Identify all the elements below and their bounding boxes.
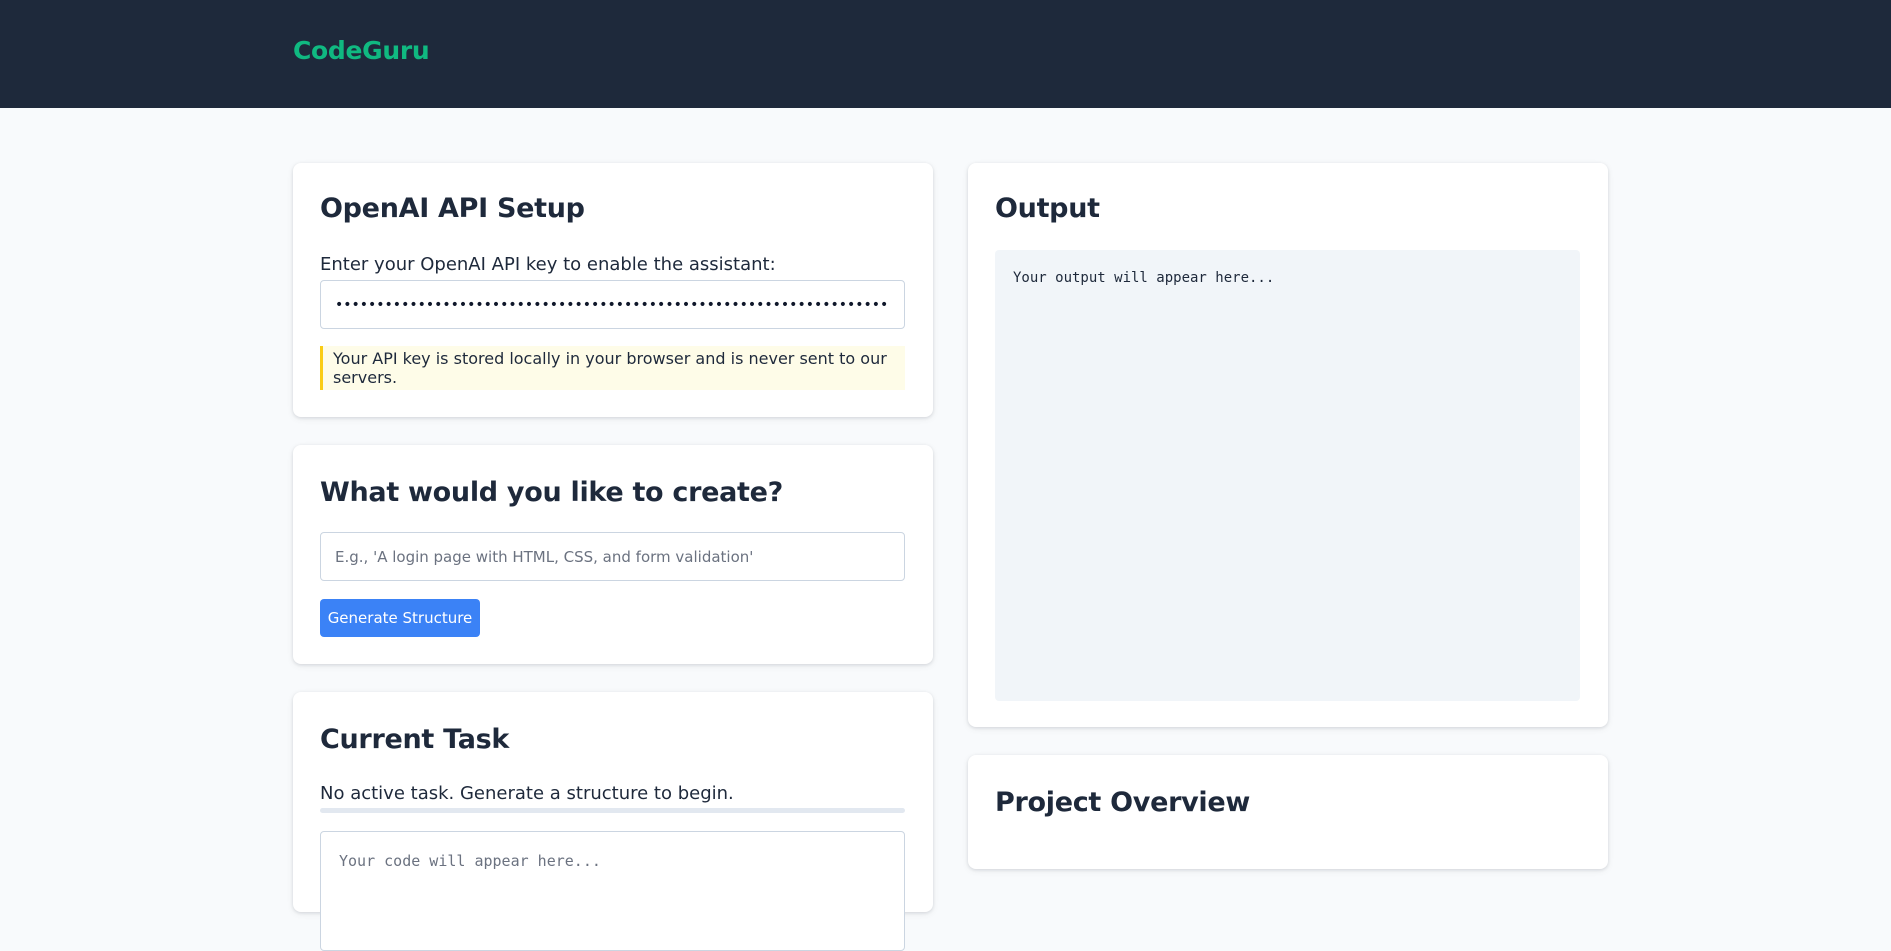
generate-structure-button[interactable]: Generate Structure <box>320 599 480 637</box>
brand-logo[interactable]: CodeGuru <box>293 36 430 65</box>
task-status-text: No active task. Generate a structure to … <box>320 783 734 804</box>
api-key-notice-text: Your API key is stored locally in your b… <box>333 349 887 387</box>
output-display[interactable]: Your output will appear here... <box>995 250 1580 701</box>
code-editor[interactable] <box>320 831 905 951</box>
task-progress-bar <box>320 808 905 813</box>
project-overview-title: Project Overview <box>995 787 1251 818</box>
api-key-input[interactable] <box>320 280 905 329</box>
api-setup-card: OpenAI API Setup Enter your OpenAI API k… <box>293 163 933 417</box>
project-overview-card: Project Overview <box>968 755 1608 869</box>
output-title: Output <box>995 193 1100 224</box>
api-key-notice: Your API key is stored locally in your b… <box>320 346 905 390</box>
output-placeholder-text: Your output will appear here... <box>1013 270 1275 286</box>
top-navbar: CodeGuru <box>0 0 1891 108</box>
current-task-card: Current Task No active task. Generate a … <box>293 692 933 951</box>
current-task-title: Current Task <box>320 724 510 755</box>
output-card: Output Your output will appear here... <box>968 163 1608 727</box>
create-card: What would you like to create? Generate … <box>293 445 933 664</box>
api-key-label: Enter your OpenAI API key to enable the … <box>320 254 776 275</box>
create-prompt-input[interactable] <box>320 532 905 581</box>
api-setup-title: OpenAI API Setup <box>320 193 585 224</box>
create-title: What would you like to create? <box>320 477 784 508</box>
